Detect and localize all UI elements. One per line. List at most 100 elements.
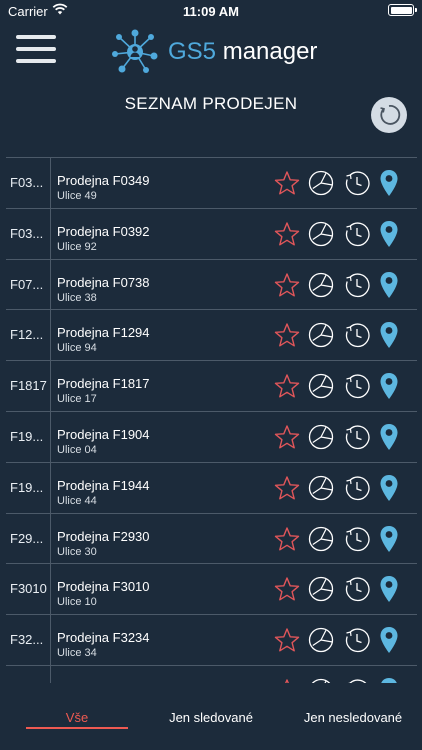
store-code: F32... (6, 615, 51, 665)
star-icon[interactable] (274, 678, 300, 683)
store-street: Ulice 49 (57, 190, 97, 202)
pie-chart-icon[interactable] (308, 322, 334, 353)
pie-chart-icon[interactable] (308, 221, 334, 252)
store-street: Ulice 17 (57, 393, 97, 406)
store-code: F29... (6, 513, 51, 564)
store-code: F03... (6, 158, 51, 208)
store-street: Ulice 94 (57, 342, 97, 355)
map-pin-icon[interactable] (379, 525, 399, 558)
store-name: Prodejna F1904 (57, 426, 150, 442)
pie-chart-icon[interactable] (308, 272, 334, 303)
history-icon[interactable] (344, 576, 370, 607)
active-tab-indicator (26, 727, 128, 729)
map-pin-icon[interactable] (379, 626, 399, 659)
map-pin-icon[interactable] (379, 372, 399, 405)
store-code: F19... (6, 462, 51, 513)
app-brand: GS5 manager (168, 38, 317, 66)
star-icon[interactable] (274, 170, 300, 201)
status-bar: Carrier 11:09 AM (0, 0, 422, 22)
store-code (6, 665, 51, 683)
store-row[interactable]: F3010 Prodejna F3010 Ulice 10 (6, 564, 417, 616)
store-row[interactable]: F32... Prodejna F3234 Ulice 34 (6, 615, 417, 666)
star-icon[interactable] (274, 424, 300, 455)
history-icon[interactable] (344, 170, 370, 201)
store-street: Ulice 92 (57, 240, 97, 253)
tab-followed[interactable]: Jen sledované (150, 710, 272, 725)
store-row[interactable]: F03... Prodejna F0392 Ulice 92 (6, 208, 417, 260)
store-street: Ulice 44 (57, 494, 97, 507)
store-name: Prodejna F1294 (57, 325, 150, 341)
store-row[interactable]: F19... Prodejna F1904 Ulice 04 (6, 411, 417, 463)
store-code: F07... (6, 259, 51, 310)
pie-chart-icon[interactable] (308, 678, 334, 683)
history-icon[interactable] (344, 322, 370, 353)
pie-chart-icon[interactable] (308, 170, 334, 201)
map-pin-icon[interactable] (379, 423, 399, 456)
history-icon[interactable] (344, 221, 370, 252)
star-icon[interactable] (274, 272, 300, 303)
battery-icon (388, 4, 417, 16)
store-street: Ulice 10 (57, 596, 97, 609)
store-street: Ulice 30 (57, 545, 97, 558)
history-icon[interactable] (344, 526, 370, 557)
map-pin-icon[interactable] (379, 677, 399, 683)
pie-chart-icon[interactable] (308, 576, 334, 607)
store-row[interactable]: F07... Prodejna F0738 Ulice 38 (6, 259, 417, 311)
store-list[interactable]: F03... Prodejna F0349 Ulice 49 F03... Prodej… (6, 157, 417, 683)
network-hub-icon (110, 28, 160, 81)
store-code: F3010 (6, 564, 51, 615)
bottom-tab-bar: Vše Jen sledované Jen nesledované (0, 700, 422, 750)
store-row[interactable]: F29... Prodejna F2930 Ulice 30 (6, 513, 417, 565)
star-icon[interactable] (274, 221, 300, 252)
star-icon[interactable] (274, 576, 300, 607)
store-name: Prodejna F0392 (57, 223, 150, 239)
history-icon[interactable] (344, 272, 370, 303)
refresh-icon (380, 105, 401, 125)
store-code: F19... (6, 411, 51, 462)
store-row[interactable]: F03... Prodejna F0349 Ulice 49 (6, 158, 417, 209)
store-row[interactable]: F12... Prodejna F1294 Ulice 94 (6, 310, 417, 362)
history-icon[interactable] (344, 627, 370, 658)
store-row[interactable] (6, 665, 417, 683)
hamburger-menu-icon[interactable] (16, 35, 56, 67)
brand-suffix: manager (222, 38, 318, 65)
history-icon[interactable] (344, 424, 370, 455)
map-pin-icon[interactable] (379, 169, 399, 202)
star-icon[interactable] (274, 627, 300, 658)
pie-chart-icon[interactable] (308, 373, 334, 404)
star-icon[interactable] (274, 322, 300, 353)
store-name: Prodejna F0349 (57, 173, 150, 188)
star-icon[interactable] (274, 373, 300, 404)
map-pin-icon[interactable] (379, 474, 399, 507)
map-pin-icon[interactable] (379, 575, 399, 608)
page-title: SEZNAM PRODEJEN (124, 94, 298, 113)
map-pin-icon[interactable] (379, 271, 399, 304)
history-icon[interactable] (344, 678, 370, 683)
star-icon[interactable] (274, 475, 300, 506)
map-pin-icon[interactable] (379, 220, 399, 253)
map-pin-icon[interactable] (379, 321, 399, 354)
history-icon[interactable] (344, 373, 370, 404)
star-icon[interactable] (274, 526, 300, 557)
refresh-button[interactable] (371, 97, 407, 133)
store-street: Ulice 04 (57, 443, 97, 456)
pie-chart-icon[interactable] (308, 526, 334, 557)
store-code: F1817 (6, 361, 51, 411)
store-name: Prodejna F1817 (57, 376, 150, 392)
tab-all[interactable]: Vše (26, 710, 128, 725)
pie-chart-icon[interactable] (308, 475, 334, 506)
store-row[interactable]: F19... Prodejna F1944 Ulice 44 (6, 462, 417, 514)
store-name: Prodejna F1944 (57, 477, 150, 493)
store-street: Ulice 38 (57, 291, 97, 304)
store-row[interactable]: F1817 Prodejna F1817 Ulice 17 (6, 361, 417, 412)
store-name: Prodejna F3010 (57, 579, 150, 595)
store-code: F12... (6, 310, 51, 361)
nav-bar: GS5 manager (0, 22, 422, 80)
history-icon[interactable] (344, 475, 370, 506)
pie-chart-icon[interactable] (308, 424, 334, 455)
status-time: 11:09 AM (183, 4, 239, 19)
pie-chart-icon[interactable] (308, 627, 334, 658)
store-name: Prodejna F2930 (57, 528, 150, 544)
store-code: F03... (6, 208, 51, 259)
tab-unfollowed[interactable]: Jen nesledované (292, 710, 414, 725)
